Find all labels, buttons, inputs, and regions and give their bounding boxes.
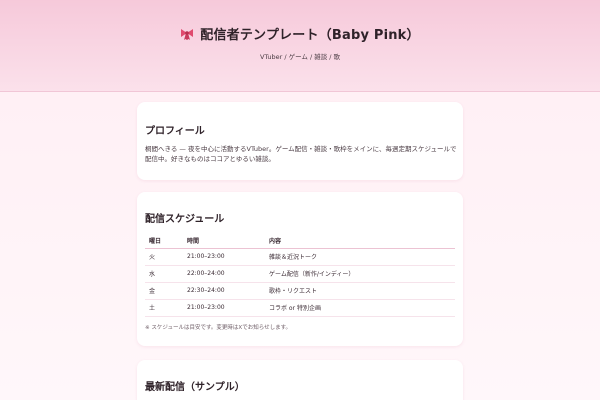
page-header: 配信者テンプレート（Baby Pink） VTuber / ゲーム / 雑談 /… [0,0,600,92]
column-header-day: 曜日 [145,234,183,249]
schedule-card: 配信スケジュール 曜日 時間 内容 火 21:00–23:00 雑談＆近況トーク… [137,192,463,346]
profile-text: 桐間へきる — 夜を中心に活動するVTuber。ゲーム配信・雑談・歌枠をメインに… [145,145,457,163]
day-cell: 土 [145,299,183,317]
table-row: 土 21:00–23:00 コラボ or 特別企画 [145,299,455,317]
time-cell: 21:00–23:00 [183,248,265,266]
page-title: 配信者テンプレート（Baby Pink） [200,28,420,43]
content-cell: コラボ or 特別企画 [265,299,455,317]
day-cell: 金 [145,282,183,300]
content-cell: 雑談＆近況トーク [265,248,455,266]
content-cell: ゲーム配信（新作/インディー） [265,265,455,283]
schedule-note: ※ スケジュールは目安です。変更時はXでお知らせします。 [145,325,292,331]
time-cell: 22:30–24:00 [183,282,265,300]
time-cell: 22:00–24:00 [183,265,265,283]
title-row: 配信者テンプレート（Baby Pink） [0,24,600,43]
schedule-table: 曜日 時間 内容 火 21:00–23:00 雑談＆近況トーク 水 22:00–… [145,234,455,317]
content-cell: 歌枠・リクエスト [265,282,455,300]
day-cell: 水 [145,265,183,283]
profile-heading: プロフィール [145,126,205,137]
table-row: 火 21:00–23:00 雑談＆近況トーク [145,248,455,266]
recent-streams-card: 最新配信（サンプル） [137,360,463,400]
time-cell: 21:00–23:00 [183,299,265,317]
day-cell: 火 [145,248,183,266]
table-row: 水 22:00–24:00 ゲーム配信（新作/インディー） [145,265,455,283]
table-header-row: 曜日 時間 内容 [145,234,455,249]
column-header-content: 内容 [265,234,455,249]
schedule-heading: 配信スケジュール [145,214,225,225]
ribbon-icon [181,28,194,40]
profile-card: プロフィール 桐間へきる — 夜を中心に活動するVTuber。ゲーム配信・雑談・… [137,102,463,180]
recent-heading: 最新配信（サンプル） [145,382,245,393]
genre-tags: VTuber / ゲーム / 雑談 / 歌 [259,53,341,61]
table-row: 金 22:30–24:00 歌枠・リクエスト [145,282,455,300]
column-header-time: 時間 [183,234,265,249]
